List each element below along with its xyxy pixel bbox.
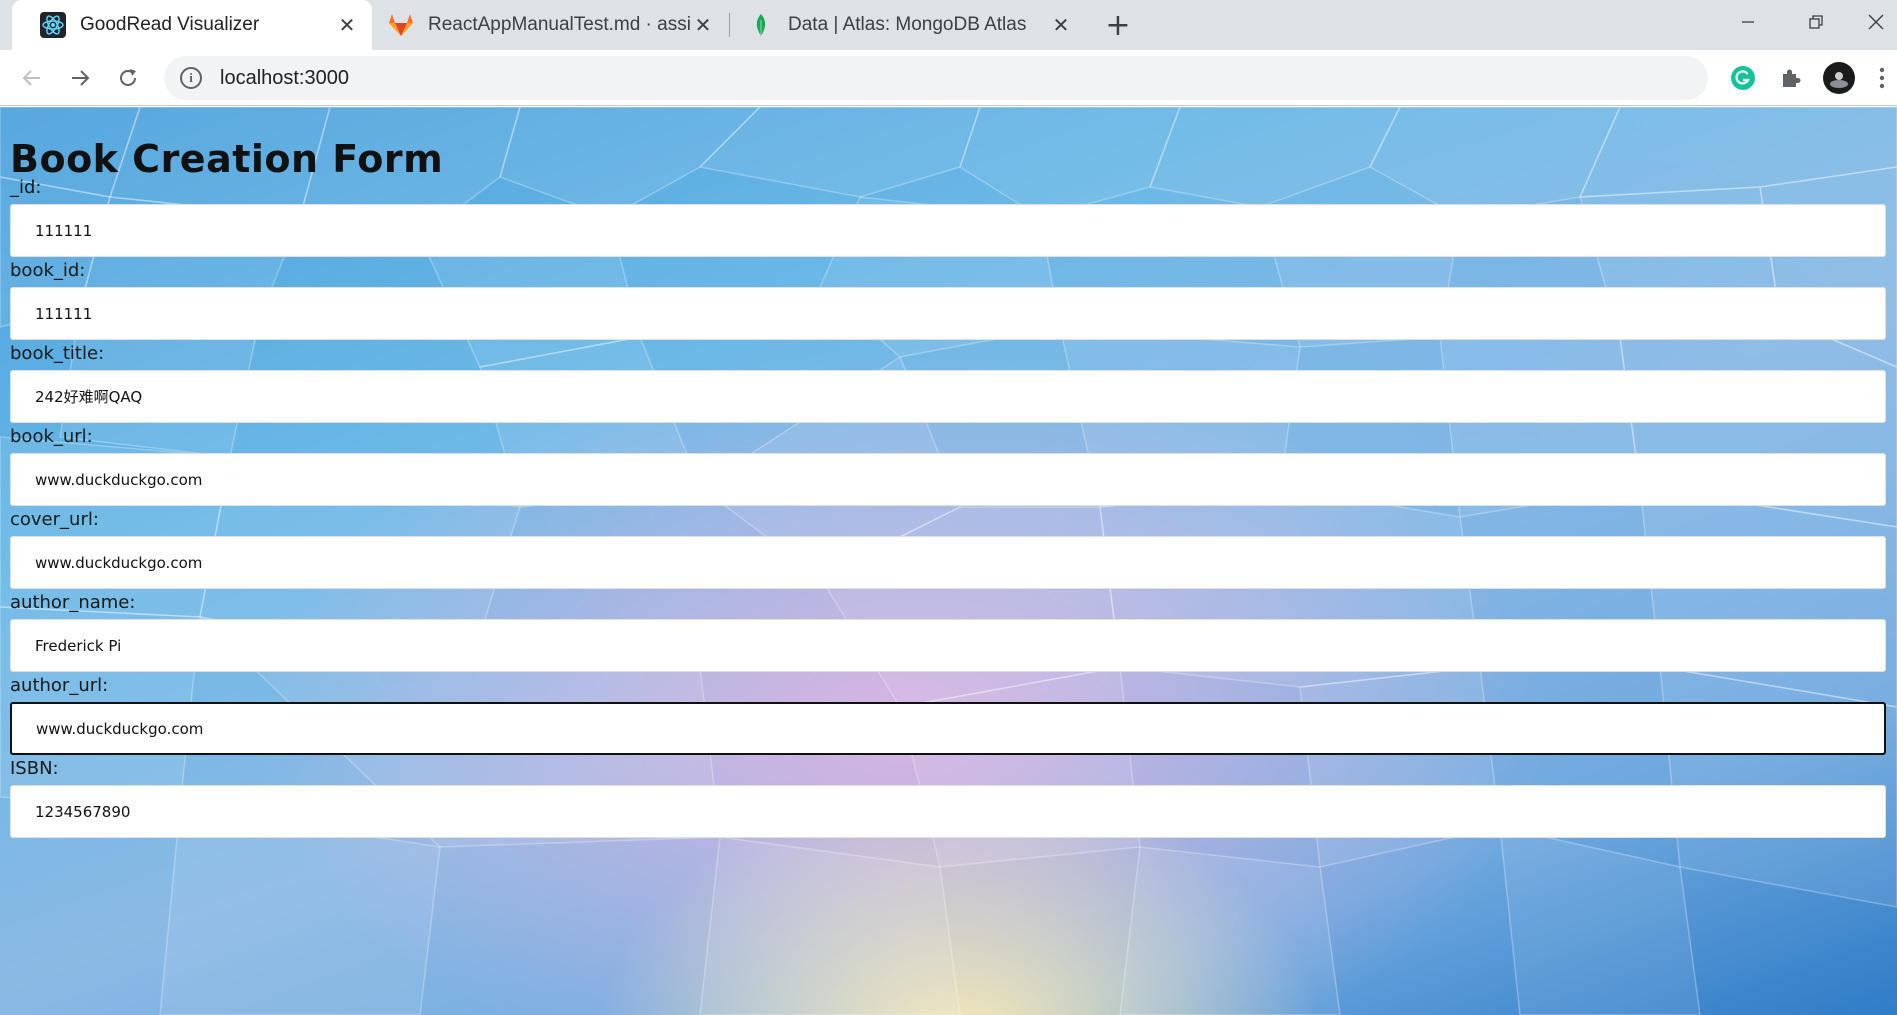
tab-gitlab[interactable]: ReactAppManualTest.md · assignment ✕ — [372, 0, 728, 50]
author-url-input[interactable] — [10, 702, 1886, 755]
author-name-input[interactable] — [10, 619, 1886, 672]
back-arrow-icon[interactable] — [14, 60, 50, 96]
cover-url-label: cover_url: — [10, 509, 99, 530]
grammarly-icon[interactable] — [1726, 61, 1760, 95]
mongodb-leaf-icon — [748, 12, 774, 38]
chrome-menu-icon[interactable] — [1872, 61, 1892, 95]
gitlab-icon — [388, 12, 414, 38]
react-icon — [40, 12, 66, 38]
close-tab-icon[interactable]: ✕ — [1048, 12, 1074, 38]
forward-arrow-icon[interactable] — [62, 60, 98, 96]
reload-icon[interactable] — [110, 60, 146, 96]
book-id-label: book_id: — [10, 260, 86, 281]
tab-title: ReactAppManualTest.md · assignment — [428, 14, 690, 35]
extensions-puzzle-icon[interactable] — [1774, 61, 1808, 95]
new-tab-button[interactable]: + — [1100, 7, 1136, 43]
profile-avatar[interactable] — [1822, 61, 1856, 95]
id-label: _id: — [10, 177, 42, 198]
tab-goodread-visualizer[interactable]: GoodRead Visualizer ✕ — [12, 0, 372, 50]
restore-icon[interactable] — [1790, 0, 1842, 44]
book-title-input[interactable] — [10, 370, 1886, 423]
minimize-icon[interactable] — [1722, 0, 1774, 44]
book-url-label: book_url: — [10, 426, 93, 447]
author-name-label: author_name: — [10, 592, 136, 613]
page-content: Book Creation Form _id: book_id: book_ti… — [0, 107, 1897, 1015]
close-tab-icon[interactable]: ✕ — [690, 12, 716, 38]
isbn-label: ISBN: — [10, 758, 59, 779]
isbn-input[interactable] — [10, 785, 1886, 838]
cover-url-input[interactable] — [10, 536, 1886, 589]
site-info-icon[interactable]: i — [180, 67, 202, 89]
close-window-icon[interactable] — [1850, 0, 1897, 44]
form-title: Book Creation Form — [10, 137, 444, 181]
tab-title: GoodRead Visualizer — [80, 14, 260, 35]
browser-toolbar: i localhost:3000 — [0, 50, 1897, 139]
close-tab-icon[interactable]: ✕ — [334, 12, 360, 38]
author-url-label: author_url: — [10, 675, 109, 696]
book-title-label: book_title: — [10, 343, 105, 364]
book-url-input[interactable] — [10, 453, 1886, 506]
tab-mongodb-atlas[interactable]: Data | Atlas: MongoDB Atlas ✕ — [730, 0, 1086, 50]
address-bar[interactable]: i localhost:3000 — [164, 56, 1708, 100]
id-input[interactable] — [10, 204, 1886, 257]
book-id-input[interactable] — [10, 287, 1886, 340]
url-text: localhost:3000 — [220, 66, 349, 89]
tab-title: Data | Atlas: MongoDB Atlas — [788, 14, 1027, 35]
tab-strip: GoodRead Visualizer ✕ ReactAppManualTest… — [0, 0, 1897, 50]
